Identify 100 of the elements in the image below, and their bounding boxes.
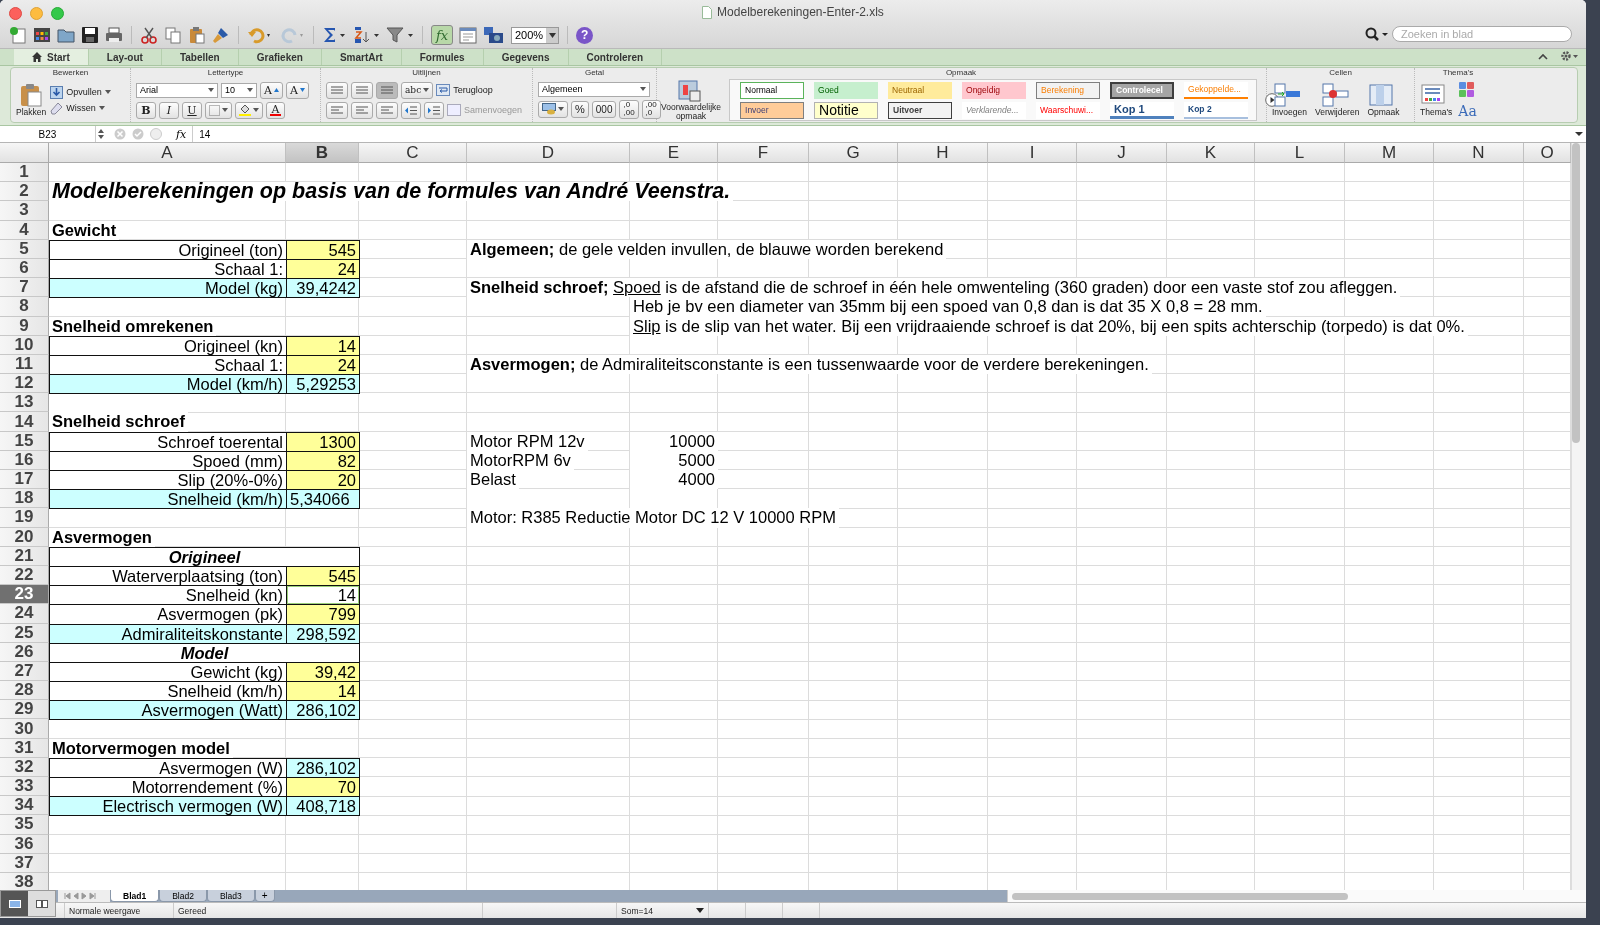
sum-icon[interactable] [322, 26, 346, 44]
themes-button[interactable]: Thema's [1420, 83, 1453, 117]
print-icon[interactable] [105, 26, 123, 44]
align-middle-button[interactable] [351, 81, 373, 99]
add-sheet-button[interactable]: + [254, 890, 275, 902]
cell-style-swatch[interactable]: Kop 2 [1184, 101, 1248, 119]
minimize-button[interactable] [30, 7, 43, 20]
insert-function-button[interactable]: fx [176, 127, 187, 141]
row-header[interactable]: 17 [0, 470, 49, 490]
column-header[interactable]: G [809, 143, 898, 163]
formula-field[interactable]: 14 [192, 126, 1572, 142]
row-header[interactable]: 12 [0, 374, 49, 394]
cell-style-swatch[interactable]: Goed [814, 81, 878, 99]
row-header[interactable]: 14 [0, 412, 49, 432]
align-left-button[interactable] [326, 101, 348, 119]
row-header[interactable]: 7 [0, 278, 49, 298]
sheet-tab[interactable]: Blad1 [110, 890, 160, 902]
align-top-button[interactable] [326, 81, 348, 99]
shrink-font-button[interactable]: A [285, 81, 309, 99]
column-header[interactable]: H [898, 143, 988, 163]
row-header[interactable]: 24 [0, 604, 49, 624]
cell-style-swatch[interactable]: Verklarende... [962, 101, 1026, 119]
currency-button[interactable] [538, 100, 568, 118]
settings-icon[interactable] [1560, 50, 1578, 62]
save-icon[interactable] [81, 26, 99, 44]
row-header[interactable]: 8 [0, 297, 49, 317]
format-cells-button[interactable]: Opmaak [1367, 83, 1400, 117]
copy-icon[interactable] [164, 26, 182, 44]
help-button[interactable]: ? [576, 26, 594, 44]
stepper-icon[interactable] [96, 128, 106, 140]
fill-button[interactable]: Opvullen [50, 85, 111, 99]
font-color-button[interactable]: A [266, 101, 285, 119]
cell-style-swatch[interactable]: Normaal [740, 81, 804, 99]
row-header[interactable]: 13 [0, 393, 49, 413]
font-name-field[interactable]: Arial [136, 82, 218, 98]
column-header[interactable]: O [1524, 143, 1571, 163]
theme-fonts-button[interactable]: Aa [1458, 103, 1481, 119]
row-header[interactable]: 2 [0, 182, 49, 202]
select-all-corner[interactable] [0, 143, 49, 163]
row-header[interactable]: 19 [0, 508, 49, 528]
normal-view-button[interactable] [1, 891, 28, 916]
percent-button[interactable]: % [571, 100, 589, 118]
ribbon-tab[interactable]: Gegevens [483, 49, 569, 65]
toolbox-icon[interactable] [459, 26, 477, 44]
column-header[interactable]: K [1167, 143, 1255, 163]
fill-color-button[interactable] [235, 101, 263, 119]
scrollbar-thumb[interactable] [1572, 143, 1580, 443]
decrease-indent-button[interactable] [401, 101, 421, 119]
function-button[interactable]: fx [431, 25, 453, 45]
delete-cells-button[interactable]: Verwijderen [1315, 83, 1360, 117]
wrap-text-button[interactable]: Terugloop [436, 84, 493, 96]
column-header[interactable]: B [286, 143, 359, 163]
column-header[interactable]: C [359, 143, 467, 163]
sheet-tab[interactable]: Blad2 [159, 890, 207, 902]
scrollbar-thumb[interactable] [1012, 892, 1348, 900]
cell-style-swatch[interactable]: Invoer [740, 101, 804, 119]
conditional-formatting-button[interactable]: Voorwaardelijke opmaak [661, 79, 721, 121]
ribbon-tab[interactable]: Start [14, 49, 89, 65]
close-button[interactable] [9, 7, 22, 20]
borders-button[interactable] [205, 101, 232, 119]
column-header[interactable]: M [1345, 143, 1434, 163]
new-workbook-icon[interactable] [9, 26, 27, 44]
search-icon[interactable] [1364, 26, 1390, 42]
undo-icon[interactable] [247, 26, 273, 44]
bold-button[interactable]: B [136, 101, 156, 119]
increase-decimals-button[interactable]: ,0 ,00 [619, 99, 639, 119]
insert-cells-button[interactable]: Invoegen [1272, 83, 1307, 117]
cell-style-swatch[interactable]: Uitvoer [888, 101, 952, 119]
clear-button[interactable]: Wissen [50, 101, 111, 115]
column-header[interactable]: D [467, 143, 630, 163]
ribbon-tab[interactable]: Controleren [568, 49, 663, 65]
paste-icon[interactable] [188, 26, 206, 44]
search-field[interactable]: Zoeken in blad [1392, 26, 1572, 42]
decrease-decimals-button[interactable]: ,00 ,0 [641, 99, 661, 119]
ribbon-tab[interactable]: Grafieken [238, 49, 322, 65]
row-header[interactable]: 18 [0, 489, 49, 509]
filter-icon[interactable] [386, 26, 414, 44]
ribbon-tab[interactable]: Lay-out [88, 49, 162, 65]
cell-style-swatch[interactable]: Neutraal [888, 81, 952, 99]
column-header[interactable]: E [630, 143, 718, 163]
thousands-button[interactable]: 000 [591, 100, 617, 118]
column-header[interactable]: A [49, 143, 286, 163]
sum-dropdown[interactable]: Som=14 [617, 903, 709, 918]
row-header[interactable]: 3 [0, 201, 49, 221]
media-browser-icon[interactable] [483, 26, 505, 44]
column-header[interactable]: L [1255, 143, 1345, 163]
cell-style-swatch[interactable]: Waarschuwi... [1036, 101, 1100, 119]
collapse-ribbon-icon[interactable] [1538, 52, 1548, 60]
row-header[interactable]: 23 [0, 585, 49, 605]
row-header[interactable]: 33 [0, 777, 49, 797]
underline-button[interactable]: U [182, 101, 202, 119]
number-format-field[interactable]: Algemeen [538, 81, 650, 97]
column-header[interactable]: I [988, 143, 1077, 163]
row-header[interactable]: 29 [0, 700, 49, 720]
cell-style-swatch[interactable]: Ongeldig [962, 81, 1026, 99]
sort-icon[interactable] [352, 26, 380, 44]
zoom-button[interactable] [51, 7, 64, 20]
align-center-button[interactable] [351, 101, 373, 119]
grow-font-button[interactable]: A [260, 81, 283, 99]
row-header[interactable]: 1 [0, 163, 49, 183]
